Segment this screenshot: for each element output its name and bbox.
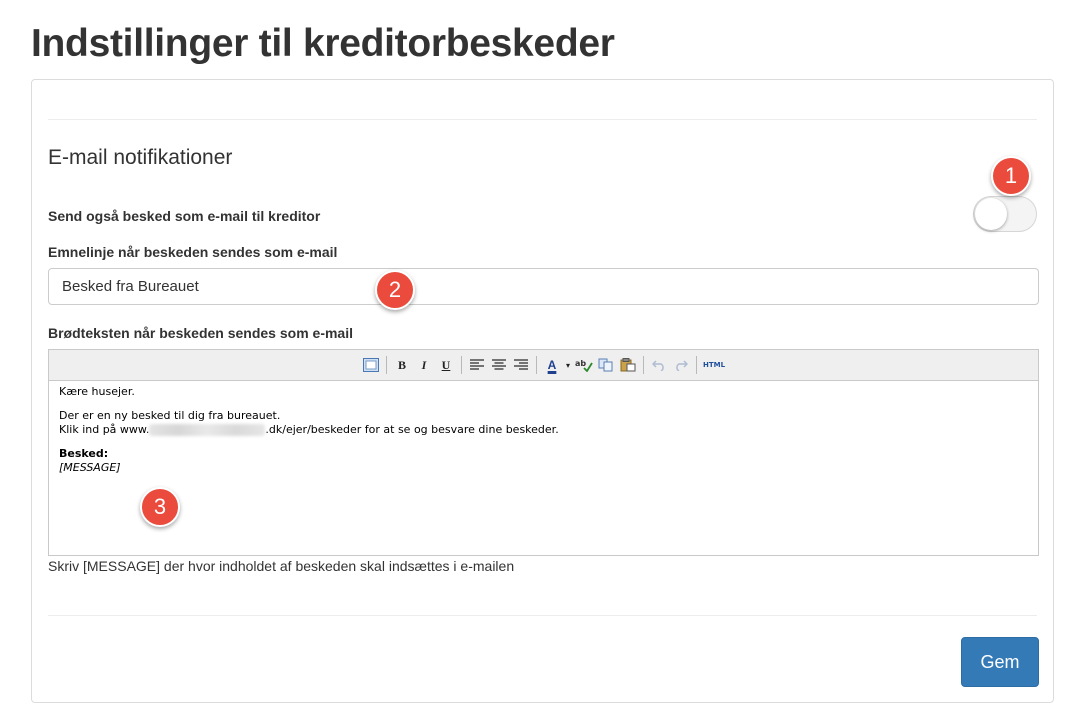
italic-button[interactable]: I	[414, 355, 434, 375]
spellcheck-icon[interactable]: ab	[574, 355, 594, 375]
align-center-icon[interactable]	[489, 355, 509, 375]
toggle-knob	[975, 198, 1007, 230]
editor-content[interactable]: Kære husejer. Der er en ny besked til di…	[59, 385, 1028, 475]
greeting-text: Kære husejer.	[59, 385, 135, 398]
source-icon[interactable]	[361, 355, 381, 375]
redo-icon[interactable]	[671, 355, 691, 375]
top-divider	[48, 119, 1037, 120]
toolbar-separator	[696, 356, 697, 374]
toolbar-separator	[386, 356, 387, 374]
html-source-button[interactable]: HTML	[702, 355, 726, 375]
body-line-2-prefix: Klik ind på www.	[59, 423, 150, 436]
body-line-1: Der er en ny besked til dig fra bureauet…	[59, 409, 281, 422]
undo-icon[interactable]	[649, 355, 669, 375]
subject-input[interactable]: Besked fra Bureauet	[48, 268, 1039, 305]
besked-label: Besked:	[59, 447, 109, 460]
toolbar-separator	[643, 356, 644, 374]
save-button[interactable]: Gem	[961, 637, 1039, 687]
svg-text:ab: ab	[575, 359, 586, 368]
align-left-icon[interactable]	[467, 355, 487, 375]
rich-text-editor[interactable]: B I U A ▾ ab HTML Kære husejer. Der er e…	[48, 349, 1039, 556]
toolbar-separator	[461, 356, 462, 374]
subject-label: Emnelinje når beskeden sendes som e-mail	[48, 244, 338, 260]
send-email-toggle[interactable]	[973, 196, 1037, 232]
section-title: E-mail notifikationer	[48, 146, 233, 169]
settings-panel: E-mail notifikationer Send også besked s…	[31, 79, 1054, 703]
body-line-2: Klik ind på www. .dk/ejer/beskeder for at…	[59, 423, 1028, 437]
toolbar-separator	[536, 356, 537, 374]
send-email-label: Send også besked som e-mail til kreditor	[48, 208, 321, 224]
font-color-button[interactable]: A	[542, 355, 562, 375]
redacted-domain	[149, 424, 266, 436]
message-placeholder: [MESSAGE]	[59, 461, 121, 474]
body-line-2-suffix: .dk/ejer/beskeder for at se og besvare d…	[265, 423, 559, 436]
paste-icon[interactable]	[618, 355, 638, 375]
chevron-down-icon[interactable]: ▾	[564, 355, 572, 375]
page-title: Indstillinger til kreditorbeskeder	[31, 22, 615, 65]
annotation-marker-1: 1	[991, 156, 1031, 196]
body-label: Brødteksten når beskeden sendes som e-ma…	[48, 325, 353, 341]
bottom-divider	[48, 615, 1037, 616]
annotation-marker-3: 3	[140, 487, 180, 527]
editor-toolbar: B I U A ▾ ab HTML	[49, 350, 1038, 381]
bold-button[interactable]: B	[392, 355, 412, 375]
underline-button[interactable]: U	[436, 355, 456, 375]
annotation-marker-2: 2	[375, 270, 415, 310]
copy-icon[interactable]	[596, 355, 616, 375]
align-right-icon[interactable]	[511, 355, 531, 375]
message-hint: Skriv [MESSAGE] der hvor indholdet af be…	[48, 558, 515, 574]
